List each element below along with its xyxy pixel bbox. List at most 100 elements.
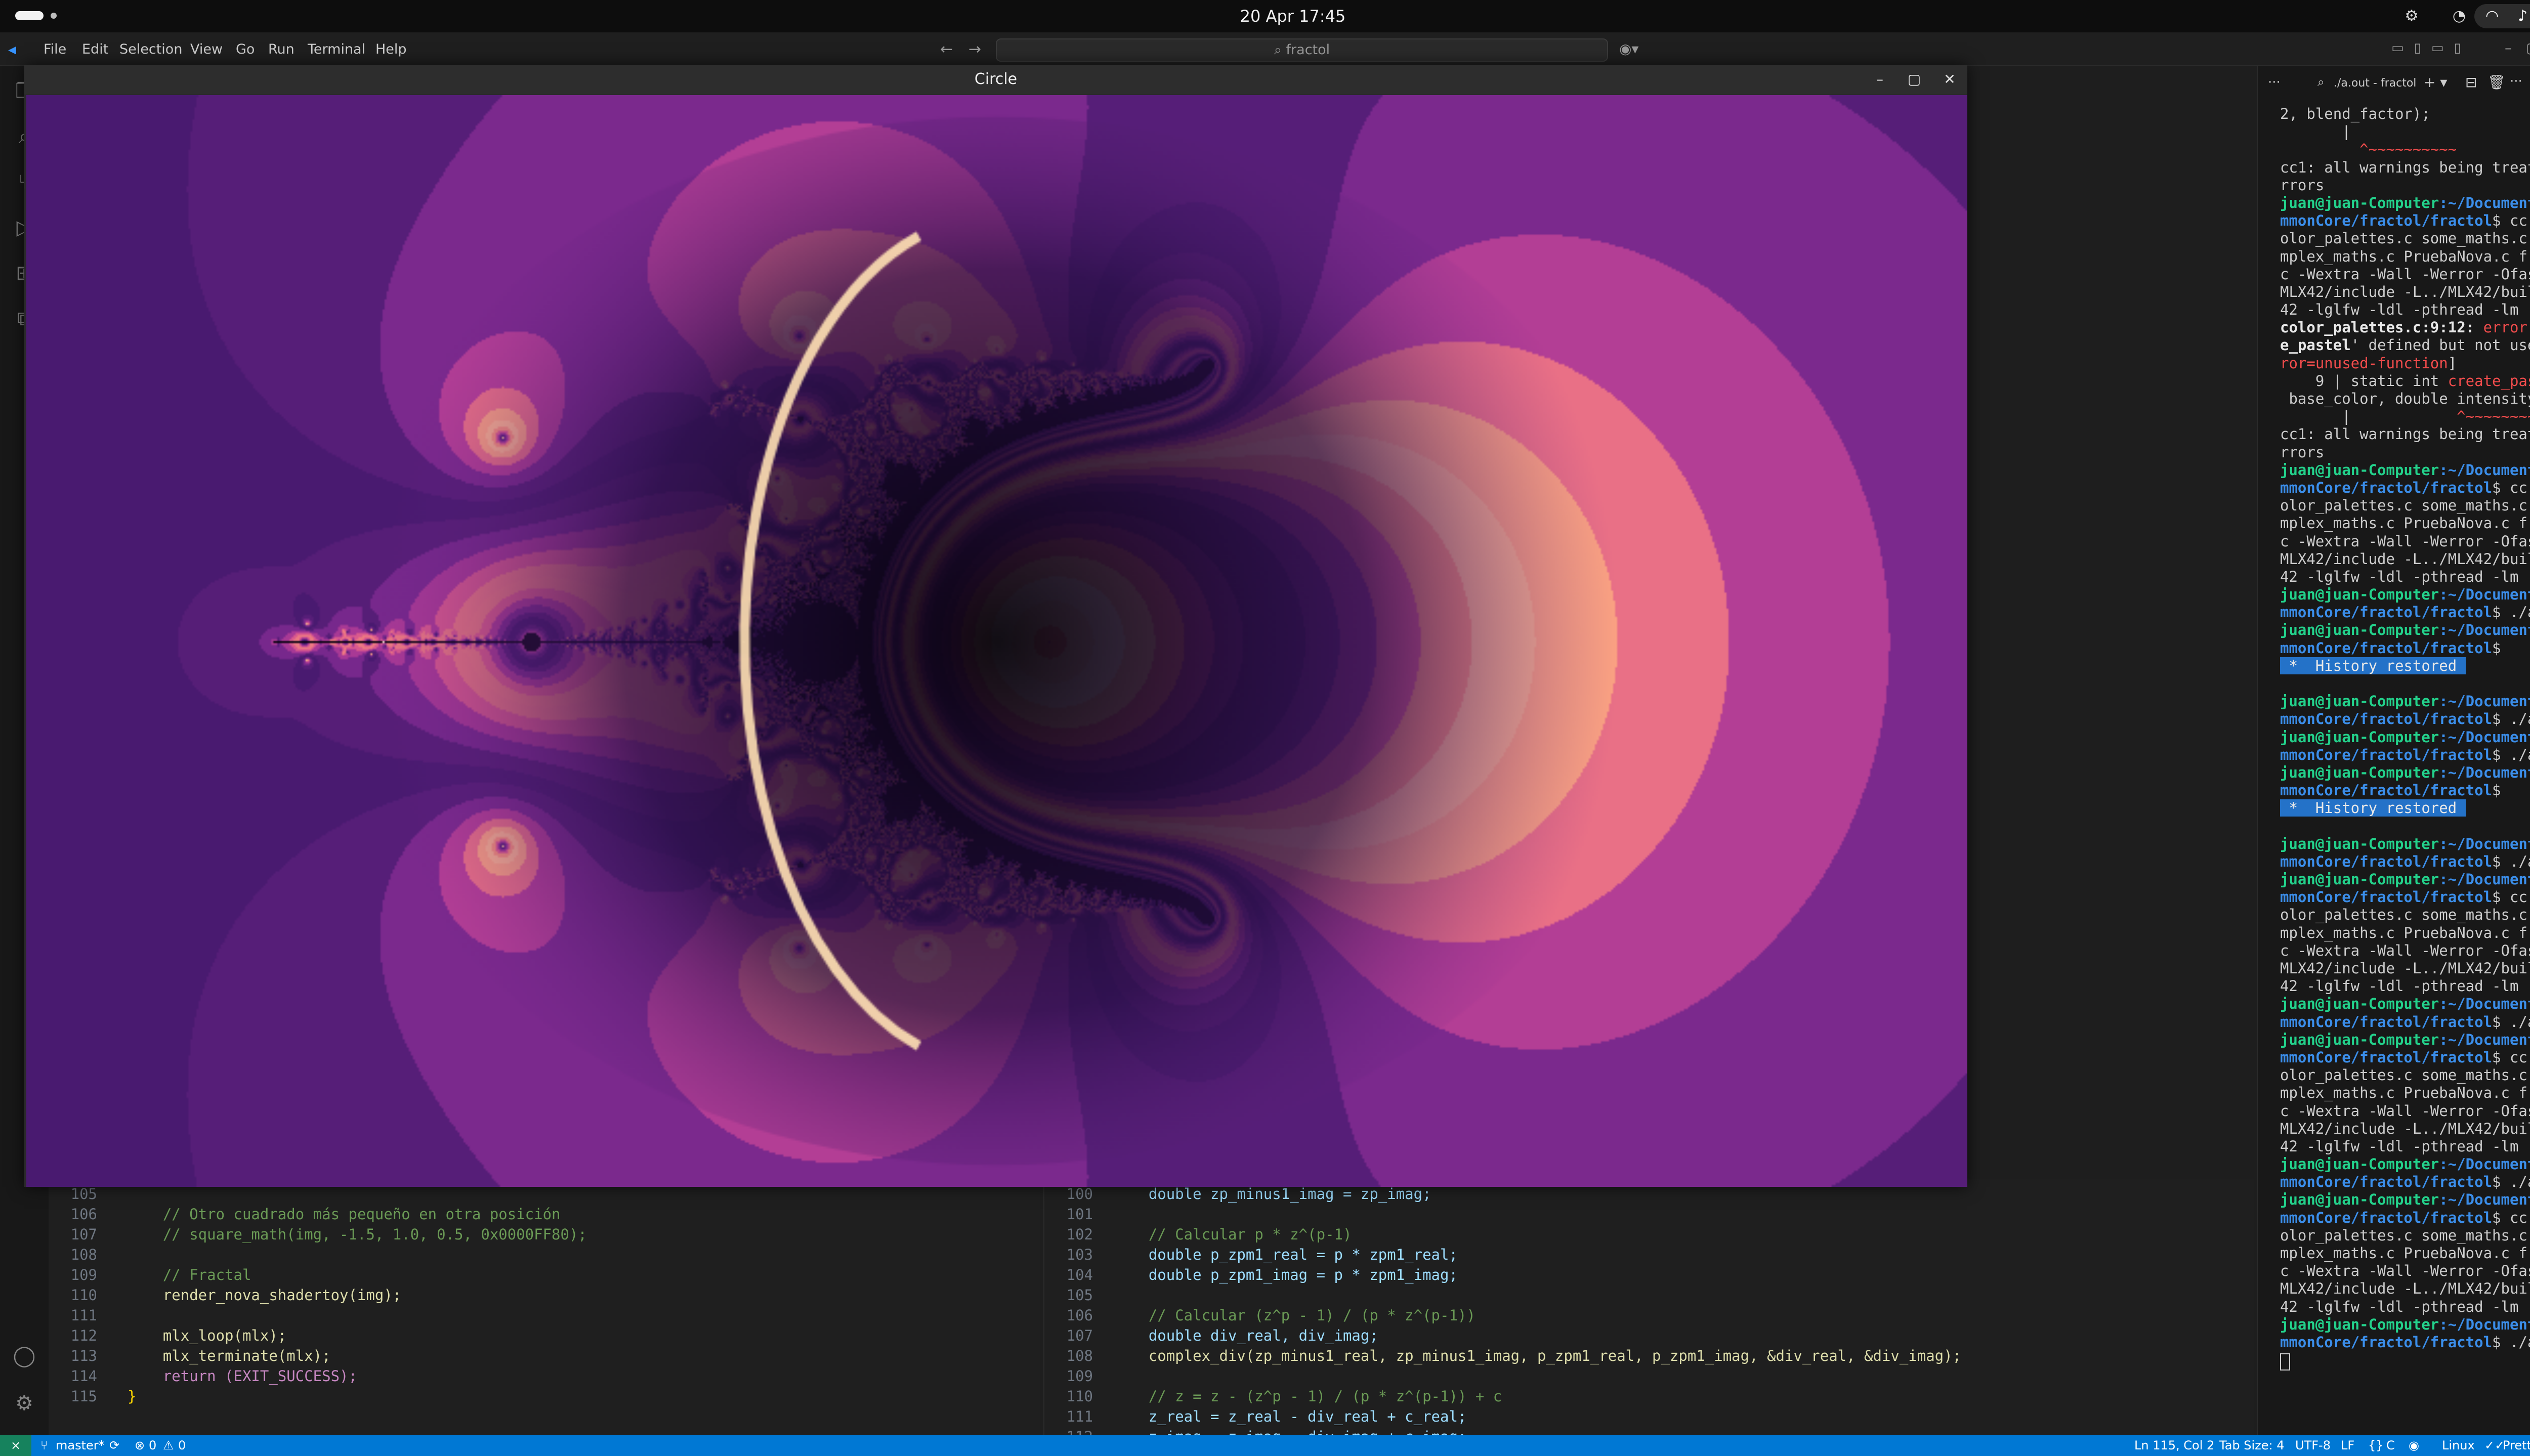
new-terminal-icon[interactable]: + ▾ bbox=[2424, 74, 2447, 91]
code-line[interactable]: 105 bbox=[1044, 1285, 1113, 1305]
system-menu[interactable]: ◠ ♪ ⏻ bbox=[2474, 4, 2530, 28]
account-icon[interactable]: ◯ bbox=[9, 1341, 39, 1371]
code-line[interactable]: 107 // square_math(img, -1.5, 1.0, 0.5, … bbox=[49, 1224, 587, 1245]
prettier-status[interactable]: Prettier bbox=[2503, 1435, 2530, 1456]
terminal-segment: ^~~~~~~~~~~~ bbox=[2457, 408, 2530, 425]
sync-icon[interactable]: ⟳ bbox=[109, 1435, 119, 1456]
terminal-line: e_pastel' defined but not used [-Wer bbox=[2280, 336, 2530, 354]
window-controls-icons[interactable]: –▢✕ bbox=[2505, 39, 2530, 56]
code-line[interactable]: 111 bbox=[49, 1305, 128, 1325]
settings-gear-icon[interactable]: ⚙ bbox=[9, 1388, 39, 1419]
code-line[interactable]: 106 // Otro cuadrado más pequeño en otra… bbox=[49, 1204, 561, 1224]
minimize-button[interactable]: – bbox=[1870, 70, 1889, 89]
terminal-segment: ror=unused-function bbox=[2280, 354, 2448, 372]
fractal-canvas[interactable] bbox=[26, 95, 1967, 1187]
terminal-title[interactable]: ./a.out - fractol bbox=[2334, 77, 2416, 90]
terminal-segment: olor_palettes.c some_maths.c some_co bbox=[2280, 230, 2527, 247]
code-line[interactable]: 110 render_nova_shadertoy(img); bbox=[49, 1285, 402, 1305]
terminal-segment: * History restored bbox=[2280, 799, 2466, 817]
terminal-segment: :~/Documents/42/Co bbox=[2439, 763, 2530, 781]
workspace-dot[interactable] bbox=[51, 13, 57, 19]
code-text: render_nova_shadertoy(img); bbox=[128, 1287, 402, 1304]
terminal-line: mmonCore/fractol/fractol$ bbox=[2280, 782, 2530, 799]
messaging-tray-icon[interactable]: ◔ bbox=[2450, 7, 2468, 25]
editor-main-c[interactable]: 105 106 // Otro cuadrado más pequeño en o… bbox=[49, 1179, 1040, 1435]
end-of-line[interactable]: LF bbox=[2341, 1435, 2354, 1456]
back-arrow-icon[interactable]: ← bbox=[940, 40, 953, 58]
error-count[interactable]: 0 bbox=[149, 1435, 156, 1456]
code-text: // Calcular p * z^(p-1) bbox=[1113, 1226, 1352, 1243]
tab-size[interactable]: Tab Size: 4 bbox=[2219, 1435, 2285, 1456]
code-text: mlx_loop(mlx); bbox=[128, 1327, 287, 1344]
code-line[interactable]: 101 bbox=[1044, 1204, 1113, 1224]
terminal-more-icon[interactable]: ··· bbox=[2510, 74, 2522, 89]
terminal-segment: $ ./a.out bbox=[2492, 1013, 2530, 1031]
menu-view[interactable]: View bbox=[190, 42, 223, 57]
editor-pruebanova-c[interactable]: 100 double zp_minus1_imag = zp_imag; 101 1… bbox=[1043, 1179, 2254, 1445]
code-line[interactable]: 114 return (EXIT_SUCCESS); bbox=[49, 1366, 357, 1386]
language-mode[interactable]: C bbox=[2386, 1435, 2395, 1456]
close-button[interactable]: ✕ bbox=[1940, 70, 1959, 89]
cursor-position[interactable]: Ln 115, Col 2 bbox=[2134, 1435, 2214, 1456]
code-line[interactable]: 108 bbox=[49, 1245, 128, 1265]
terminal-line: mplex_maths.c PruebaNova.c fractals. bbox=[2280, 924, 2530, 942]
git-branch[interactable]: master* bbox=[56, 1435, 105, 1456]
platform[interactable]: Linux bbox=[2442, 1435, 2475, 1456]
terminal-line: mmonCore/fractol/fractol$ ./a.out bbox=[2280, 1173, 2530, 1191]
terminal-segment: e_pastel bbox=[2280, 336, 2351, 354]
terminal-output[interactable]: 2, blend_factor); | ^~~~~~~~~~~ cc1: all … bbox=[2280, 105, 2530, 1371]
code-line[interactable]: 113 mlx_terminate(mlx); bbox=[49, 1346, 331, 1366]
menu-edit[interactable]: Edit bbox=[82, 42, 108, 57]
terminal-segment: MLX42/include -L../MLX42/build -lmlx bbox=[2280, 550, 2530, 568]
code-line[interactable]: 102 // Calcular p * z^(p-1) bbox=[1044, 1224, 1352, 1245]
menu-selection[interactable]: Selection bbox=[119, 42, 182, 57]
menu-terminal[interactable]: Terminal bbox=[308, 42, 365, 57]
kill-terminal-icon[interactable]: 🗑 bbox=[2487, 74, 2506, 91]
fractal-window-title[interactable]: Circle bbox=[24, 65, 1967, 94]
code-line[interactable]: 115} bbox=[49, 1386, 137, 1406]
code-line[interactable]: 104 double p_zpm1_imag = p * zpm1_imag; bbox=[1044, 1265, 1458, 1285]
more-actions-icon[interactable]: ··· bbox=[2268, 75, 2281, 90]
activities-indicator[interactable] bbox=[15, 11, 44, 20]
app-tray-icon[interactable]: ⚙ bbox=[2402, 7, 2421, 25]
code-line[interactable]: 110 // z = z - (z^p - 1) / (p * z^(p-1))… bbox=[1044, 1386, 1502, 1406]
code-line[interactable]: 103 double p_zpm1_real = p * zpm1_real; bbox=[1044, 1245, 1458, 1265]
terminal-segment: $ ./a.out bbox=[2492, 604, 2530, 621]
terminal-line: 9 | static int create_pastel(int bbox=[2280, 372, 2530, 390]
remote-indicator-icon[interactable]: ⨯ bbox=[0, 1435, 31, 1456]
copilot-status-icon[interactable]: ◉ bbox=[2409, 1435, 2419, 1456]
menu-go[interactable]: Go bbox=[236, 42, 255, 57]
terminal-segment: $ cc aaa.c c bbox=[2492, 888, 2527, 906]
terminal-line: juan@juan-Computer:~/Documents/42/Co bbox=[2280, 621, 2530, 639]
terminal-line: juan@juan-Computer:~/Documents/42/Co bbox=[2280, 995, 2530, 1013]
copilot-icon[interactable]: ◉▾ bbox=[1619, 40, 1639, 57]
menu-run[interactable]: Run bbox=[268, 42, 294, 57]
menu-help[interactable]: Help bbox=[375, 42, 407, 57]
terminal-line: mmonCore/fractol/fractol$ ./a.out bbox=[2280, 604, 2530, 621]
encoding[interactable]: UTF-8 bbox=[2295, 1435, 2331, 1456]
clock[interactable]: 20 Apr 17:45 bbox=[1214, 5, 1371, 27]
branch-icon: ⑂ bbox=[40, 1438, 48, 1452]
code-line[interactable]: 105 bbox=[49, 1184, 128, 1204]
code-line[interactable]: 109 bbox=[1044, 1366, 1113, 1386]
forward-arrow-icon[interactable]: → bbox=[968, 40, 981, 58]
split-terminal-icon[interactable]: ⊟ bbox=[2465, 74, 2477, 91]
code-line[interactable]: 107 double div_real, div_imag; bbox=[1044, 1325, 1378, 1346]
code-line[interactable]: 112 mlx_loop(mlx); bbox=[49, 1325, 287, 1346]
layout-toggle-icons[interactable]: ▭▯▭▯ bbox=[2391, 40, 2471, 56]
terminal-line: juan@juan-Computer:~/Documents/42/Co bbox=[2280, 1316, 2530, 1334]
code-line[interactable]: 111 z_real = z_real - div_real + c_real; bbox=[1044, 1406, 1467, 1427]
code-line[interactable]: 100 double zp_minus1_imag = zp_imag; bbox=[1044, 1184, 1431, 1204]
code-line[interactable]: 106 // Calcular (z^p - 1) / (p * z^(p-1)… bbox=[1044, 1305, 1475, 1325]
warning-count[interactable]: 0 bbox=[178, 1435, 186, 1456]
code-line[interactable]: 109 // Fractal bbox=[49, 1265, 251, 1285]
menu-file[interactable]: File bbox=[44, 42, 66, 57]
command-center-search[interactable]: ⌕ fractol bbox=[996, 38, 1608, 62]
terminal-segment: olor_palettes.c some_maths.c some_co bbox=[2280, 1226, 2527, 1244]
line-number: 104 bbox=[1066, 1266, 1093, 1283]
code-line[interactable]: 108 complex_div(zp_minus1_real, zp_minus… bbox=[1044, 1346, 1962, 1366]
volume-icon: ♪ bbox=[2518, 7, 2528, 25]
terminal-line: rrors bbox=[2280, 444, 2530, 461]
maximize-button[interactable]: ▢ bbox=[1905, 70, 1924, 89]
terminal-segment: juan@juan-Computer bbox=[2280, 763, 2439, 781]
